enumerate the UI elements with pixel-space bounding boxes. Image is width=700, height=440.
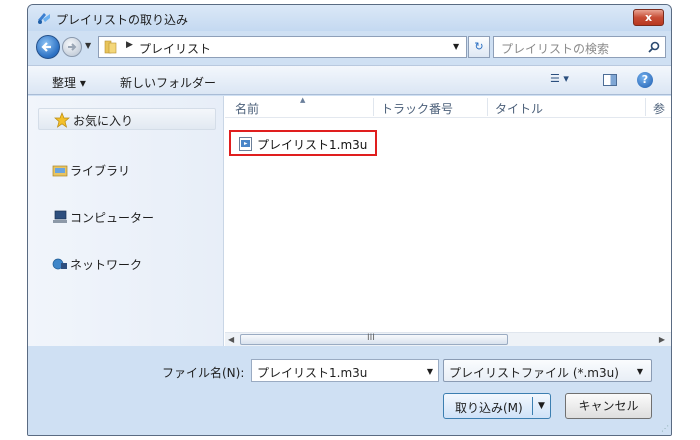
navigation-pane: お気に入り ライブラリ コンピューター ネットワーク [28, 96, 224, 346]
computer-icon [53, 210, 67, 223]
sidebar-item-label: コンピューター [70, 211, 155, 225]
scroll-left-icon[interactable]: ◀ [228, 335, 234, 344]
breadcrumb-chevron-icon[interactable]: ▶ [126, 40, 133, 50]
horizontal-scrollbar[interactable]: ◀ III ▶ [225, 332, 671, 346]
network-icon [52, 258, 67, 270]
filename-dropdown-icon[interactable]: ▼ [427, 367, 433, 376]
sort-ascending-icon: ▲ [300, 96, 306, 104]
column-header-row: ▲ 名前 トラック番号 タイトル 参 [225, 96, 671, 118]
column-title[interactable]: タイトル [495, 100, 543, 117]
import-button[interactable]: 取り込み(M) ▼ [443, 393, 551, 419]
import-playlist-dialog: プレイリストの取り込み x ▼ ▶ プレイリスト ▼ ↻ プレイリストの検索 整… [27, 4, 672, 436]
refresh-button[interactable]: ↻ [468, 36, 490, 58]
resize-grip-icon[interactable]: ⋰ [661, 424, 669, 433]
history-dropdown-icon[interactable]: ▼ [85, 41, 91, 50]
navigation-row: ▼ ▶ プレイリスト ▼ ↻ プレイリストの検索 [28, 33, 671, 63]
playlist-file-icon [239, 137, 252, 151]
scroll-grip: III [367, 333, 375, 343]
dialog-footer: ファイル名(N): プレイリスト1.m3u ▼ プレイリストファイル (*.m3… [28, 346, 671, 435]
column-divider[interactable] [487, 98, 488, 116]
close-icon: x [644, 11, 653, 24]
forward-button[interactable] [62, 37, 82, 57]
sidebar-item-label: ネットワーク [70, 258, 143, 272]
list-item[interactable]: プレイリスト1.m3u [229, 130, 377, 156]
search-icon[interactable] [647, 40, 661, 54]
app-icon [38, 13, 50, 24]
cancel-button[interactable]: キャンセル [565, 393, 652, 419]
column-divider[interactable] [645, 98, 646, 116]
back-arrow-icon [41, 42, 51, 52]
chevron-down-icon: ▼ [636, 367, 643, 376]
file-type-value: プレイリストファイル (*.m3u) [449, 366, 619, 380]
title-bar: プレイリストの取り込み x [28, 5, 671, 31]
sidebar-item-label: お気に入り [73, 114, 134, 128]
import-options-dropdown-icon[interactable]: ▼ [538, 401, 545, 411]
filename-label: ファイル名(N): [162, 366, 245, 380]
search-input[interactable]: プレイリストの検索 [493, 36, 666, 58]
breadcrumb-playlist[interactable]: プレイリスト [139, 40, 211, 57]
close-button[interactable]: x [633, 9, 664, 26]
sidebar-item-label: ライブラリ [70, 164, 131, 178]
split-divider [532, 397, 533, 415]
filename-value: プレイリスト1.m3u [257, 366, 368, 380]
column-contributing[interactable]: 参 [653, 100, 665, 117]
cancel-button-label: キャンセル [578, 399, 639, 413]
sidebar-item-favorites[interactable]: お気に入り [38, 108, 216, 130]
file-list: ▲ 名前 トラック番号 タイトル 参 プレイリスト1.m3u ◀ III ▶ [225, 96, 671, 346]
toolbar: 整理 ▾ 新しいフォルダー ☰ ▾ ? [28, 65, 671, 95]
new-folder-button[interactable]: 新しいフォルダー [120, 74, 216, 91]
back-button[interactable] [36, 35, 60, 59]
address-dropdown-icon[interactable]: ▼ [453, 42, 459, 51]
filename-field[interactable]: プレイリスト1.m3u ▼ [251, 359, 439, 382]
column-divider[interactable] [373, 98, 374, 116]
refresh-icon: ↻ [474, 40, 484, 53]
preview-pane-icon[interactable] [603, 74, 617, 86]
forward-arrow-icon [68, 43, 77, 51]
folder-icon [104, 40, 117, 54]
view-options-icon[interactable]: ☰ ▾ [550, 72, 580, 88]
column-name[interactable]: 名前 [235, 100, 259, 117]
content-area: お気に入り ライブラリ コンピューター ネットワーク ▲ 名前 トラック番号 タ… [28, 96, 671, 346]
help-icon[interactable]: ? [637, 72, 653, 88]
column-track-number[interactable]: トラック番号 [381, 100, 453, 117]
search-placeholder: プレイリストの検索 [501, 42, 610, 56]
window-title: プレイリストの取り込み [56, 13, 189, 27]
scroll-right-icon[interactable]: ▶ [659, 335, 665, 344]
organize-button[interactable]: 整理 ▾ [52, 74, 86, 91]
file-type-select[interactable]: プレイリストファイル (*.m3u) ▼ [443, 359, 652, 382]
address-bar[interactable]: ▶ プレイリスト ▼ [98, 36, 467, 58]
import-button-label: 取り込み(M) [455, 401, 523, 415]
star-icon [54, 112, 70, 128]
file-name: プレイリスト1.m3u [257, 138, 368, 152]
library-icon [52, 165, 68, 177]
scrollbar-thumb[interactable]: III [240, 333, 508, 345]
